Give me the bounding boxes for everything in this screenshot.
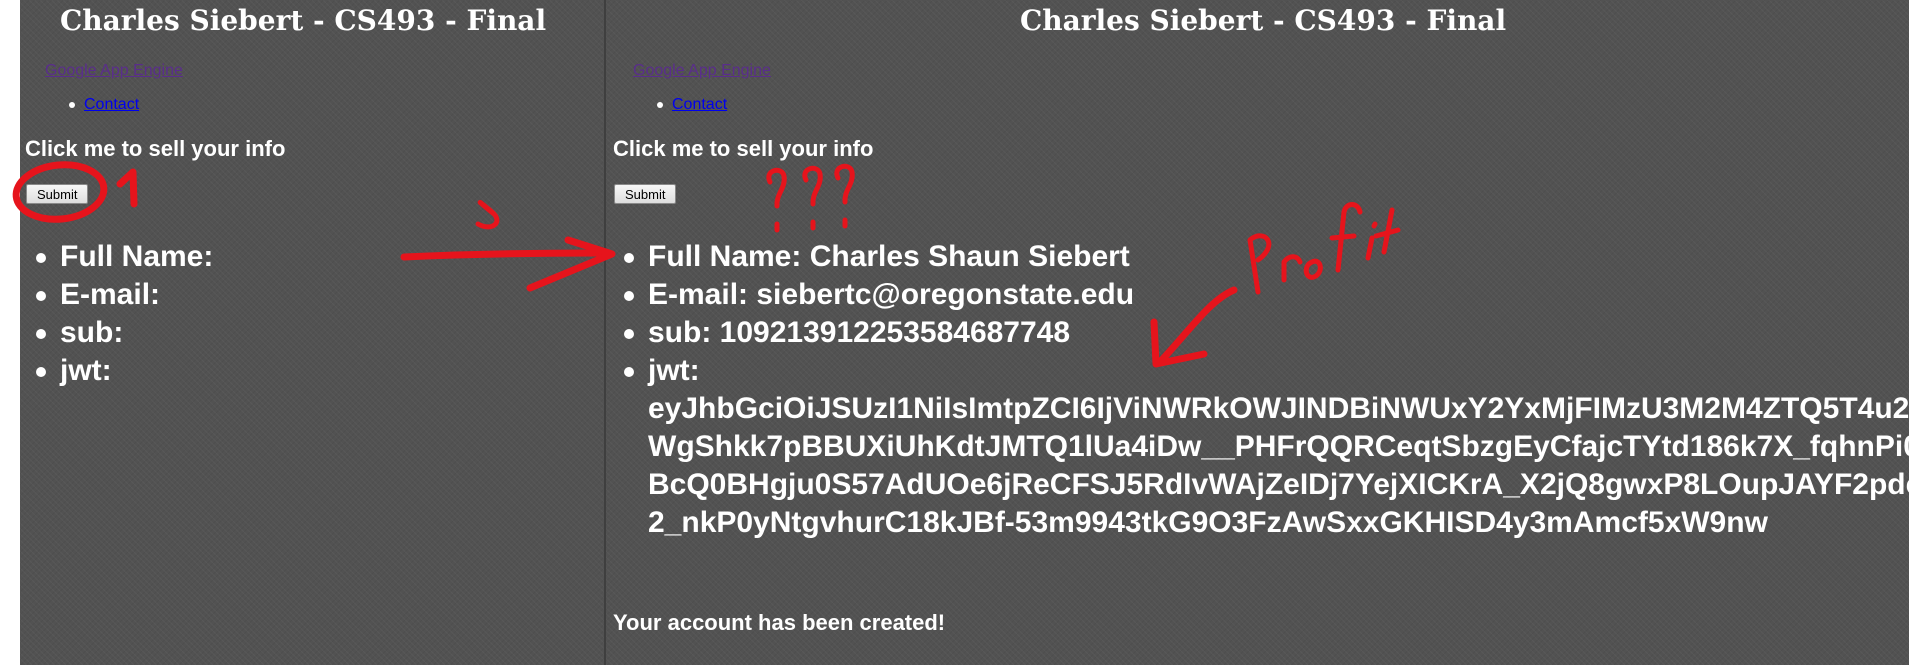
sell-info-heading: Click me to sell your info [613, 136, 874, 161]
full-name-item: Full Name: [36, 238, 596, 276]
jwt-label: jwt: [648, 354, 700, 387]
sub-label: sub: [60, 316, 124, 349]
full-name-label: Full Name: [648, 240, 802, 273]
jwt-item: jwt: [36, 352, 596, 390]
email-label: E-mail: [648, 278, 749, 311]
account-created-message: Your account has been created! [613, 610, 946, 635]
google-app-engine-link[interactable]: Google App Engine [45, 62, 183, 80]
jwt-item: jwt: eyJhbGciOiJSUzI1NiIsImtpZCI6IjViNWR… [624, 352, 1909, 542]
contact-link[interactable]: Contact [672, 96, 727, 113]
nav-list: Contact [657, 94, 727, 116]
page-title: Charles Siebert - CS493 - Final [1020, 4, 1507, 37]
jwt-value: eyJhbGciOiJSUzI1NiIsImtpZCI6IjViNWRkOWJI… [648, 392, 1909, 539]
submit-button[interactable]: Submit [614, 184, 677, 204]
google-app-engine-link[interactable]: Google App Engine [633, 62, 771, 80]
user-info-list: Full Name: Charles Shaun Siebert E-mail:… [624, 238, 1909, 542]
email-label: E-mail: [60, 278, 161, 311]
full-name-value: Charles Shaun Siebert [809, 240, 1130, 273]
sub-value: 109213912253584687748 [719, 316, 1071, 349]
email-item: E-mail: [36, 276, 596, 314]
contact-link[interactable]: Contact [84, 96, 139, 113]
user-info-list: Full Name: E-mail: sub: jwt: [36, 238, 596, 390]
nav-item-contact: Contact [657, 94, 727, 116]
right-browser-pane: Charles Siebert - CS493 - Final Google A… [606, 0, 1909, 665]
nav-list: Contact [69, 94, 139, 116]
submit-button[interactable]: Submit [26, 184, 89, 204]
email-item: E-mail: siebertc@oregonstate.edu [624, 276, 1909, 314]
full-name-label: Full Name: [60, 240, 214, 273]
nav-item-contact: Contact [69, 94, 139, 116]
sub-item: sub: [36, 314, 596, 352]
screenshot-stage: Charles Siebert - CS493 - Final Google A… [0, 0, 1909, 665]
sub-label: sub: [648, 316, 712, 349]
sell-info-heading: Click me to sell your info [25, 136, 286, 161]
full-name-item: Full Name: Charles Shaun Siebert [624, 238, 1909, 276]
page-title: Charles Siebert - CS493 - Final [60, 4, 547, 37]
left-browser-pane: Charles Siebert - CS493 - Final Google A… [20, 0, 604, 665]
sub-item: sub: 109213912253584687748 [624, 314, 1909, 352]
jwt-label: jwt: [60, 354, 112, 387]
email-value: siebertc@oregonstate.edu [756, 278, 1135, 311]
